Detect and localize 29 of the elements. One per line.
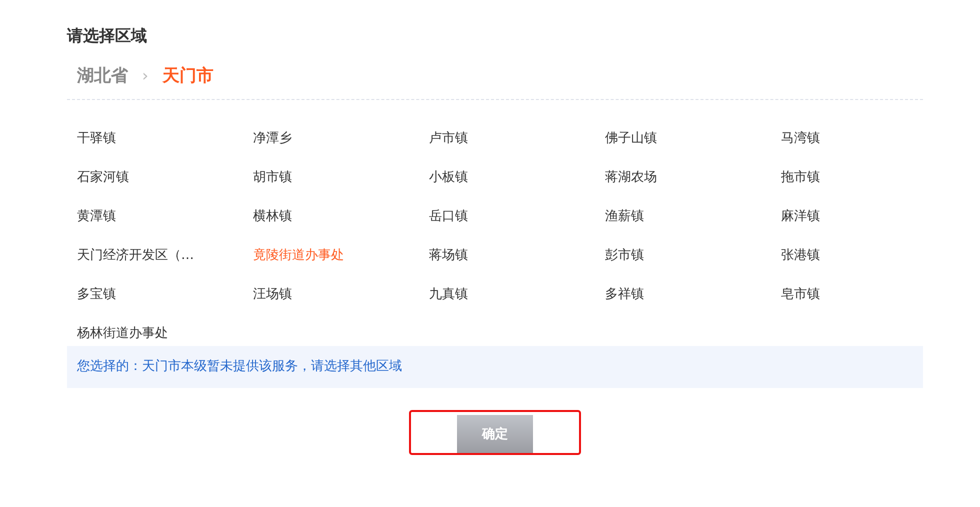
region-option[interactable]: 横林镇: [253, 208, 292, 229]
region-option[interactable]: 张港镇: [781, 247, 820, 268]
region-option[interactable]: 卢市镇: [429, 130, 468, 151]
region-option[interactable]: 马湾镇: [781, 130, 820, 151]
region-option[interactable]: 九真镇: [429, 286, 468, 307]
region-option[interactable]: 杨林街道办事处: [77, 325, 168, 346]
region-option[interactable]: 蒋场镇: [429, 247, 468, 268]
region-option[interactable]: 干驿镇: [77, 130, 116, 151]
region-option[interactable]: 皂市镇: [781, 286, 820, 307]
region-option[interactable]: 天门经济开发区（…: [77, 247, 194, 268]
region-option[interactable]: 拖市镇: [781, 169, 820, 190]
region-option[interactable]: 黄潭镇: [77, 208, 116, 229]
region-option[interactable]: 佛子山镇: [605, 130, 657, 151]
region-option[interactable]: 胡市镇: [253, 169, 292, 190]
region-option[interactable]: 汪场镇: [253, 286, 292, 307]
region-option[interactable]: 蒋湖农场: [605, 169, 657, 190]
notice-message: 您选择的：天门市本级暂未提供该服务，请选择其他区域: [67, 346, 923, 388]
region-option[interactable]: 彭市镇: [605, 247, 644, 268]
region-option[interactable]: 石家河镇: [77, 169, 129, 190]
dialog-title: 请选择区域: [67, 25, 148, 47]
region-option[interactable]: 渔薪镇: [605, 208, 644, 229]
region-option[interactable]: 多宝镇: [77, 286, 116, 307]
region-option[interactable]: 净潭乡: [253, 130, 292, 151]
chevron-icon: ›: [142, 66, 148, 85]
region-option[interactable]: 岳口镇: [429, 208, 468, 229]
region-option[interactable]: 多祥镇: [605, 286, 644, 307]
breadcrumb-item[interactable]: 湖北省: [77, 64, 128, 87]
region-option[interactable]: 麻洋镇: [781, 208, 820, 229]
region-option[interactable]: 小板镇: [429, 169, 468, 190]
